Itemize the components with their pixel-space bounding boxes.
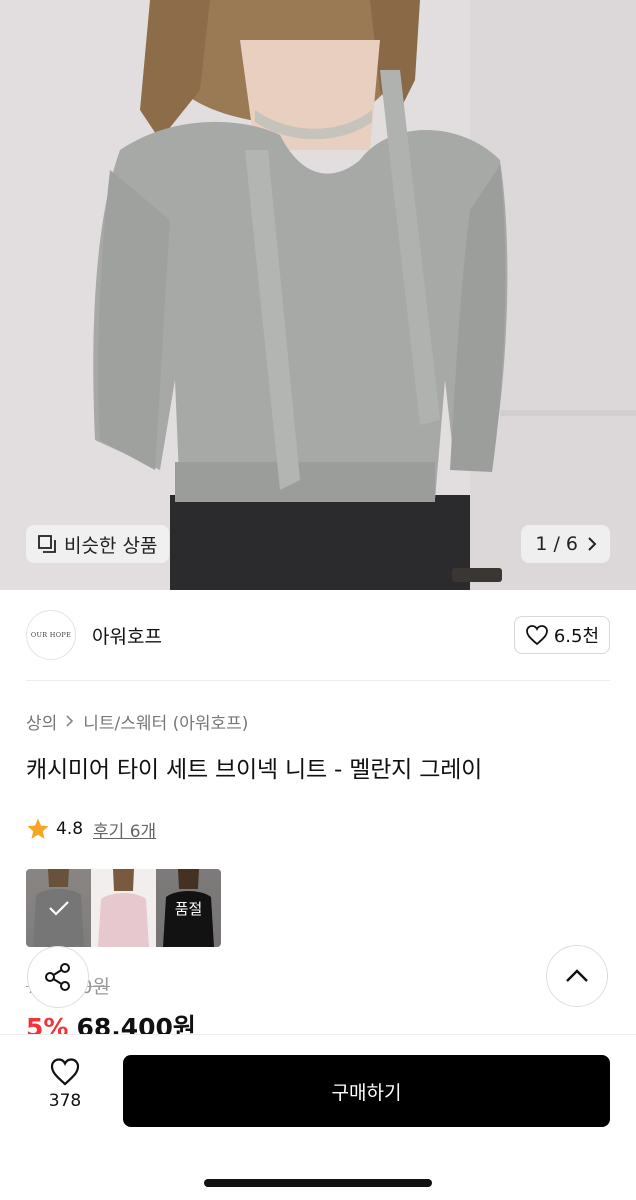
color-option-grey[interactable]	[26, 869, 91, 947]
sold-out-overlay: 품절	[156, 869, 221, 947]
option-thumbnail-pink	[98, 869, 149, 947]
rating-value: 4.8	[56, 819, 84, 839]
review-link[interactable]: 후기 6개	[93, 817, 156, 842]
share-button[interactable]	[27, 946, 89, 1008]
brand-name[interactable]: 아워호프	[92, 622, 162, 649]
page-indicator-text: 1 / 6	[535, 533, 578, 555]
heart-icon	[525, 625, 548, 646]
sold-out-label: 품절	[174, 899, 203, 918]
star-icon	[27, 818, 49, 839]
similar-products-label: 비슷한 상품	[64, 534, 158, 557]
home-indicator	[204, 1179, 432, 1187]
similar-products-button[interactable]: 비슷한 상품	[26, 525, 170, 563]
brand-like-count: 6.5천	[553, 626, 599, 647]
share-icon	[45, 963, 70, 991]
wishlist-button[interactable]: 378	[26, 1057, 104, 1127]
bottom-action-bar: 378 구매하기	[0, 1034, 636, 1200]
heart-icon	[50, 1058, 80, 1086]
brand-row[interactable]: OUR HOPE 아워호프 6.5천	[26, 608, 610, 662]
section-divider	[26, 680, 610, 681]
breadcrumb: 상의 니트/스웨터 (아워호프)	[26, 708, 248, 734]
chevron-right-icon	[66, 715, 74, 727]
wishlist-count: 378	[48, 1091, 82, 1111]
breadcrumb-category[interactable]: 상의	[26, 709, 57, 734]
product-photo	[0, 0, 636, 590]
breadcrumb-subcategory[interactable]: 니트/스웨터 (아워호프)	[83, 709, 248, 734]
scroll-to-top-button[interactable]	[546, 945, 608, 1007]
chevron-up-icon	[566, 969, 588, 982]
buy-button[interactable]: 구매하기	[123, 1055, 610, 1127]
brand-logo[interactable]: OUR HOPE	[26, 610, 76, 660]
product-image[interactable]: 비슷한 상품 1 / 6	[0, 0, 636, 590]
product-title: 캐시미어 타이 세트 브이넥 니트 - 멜란지 그레이	[26, 757, 483, 783]
brand-logo-text: OUR HOPE	[30, 631, 72, 639]
color-options: 품절	[26, 869, 221, 947]
rating-row: 4.8 후기 6개	[26, 815, 156, 843]
color-option-pink[interactable]	[91, 869, 156, 947]
similar-items-icon	[38, 535, 56, 553]
option-selected-overlay	[26, 869, 91, 947]
chevron-right-icon	[588, 537, 597, 551]
brand-like-button[interactable]: 6.5천	[513, 616, 610, 654]
image-page-indicator[interactable]: 1 / 6	[521, 525, 610, 563]
checkmark-icon	[48, 901, 69, 916]
buy-button-label: 구매하기	[331, 1081, 402, 1104]
color-option-black[interactable]: 품절	[156, 869, 221, 947]
